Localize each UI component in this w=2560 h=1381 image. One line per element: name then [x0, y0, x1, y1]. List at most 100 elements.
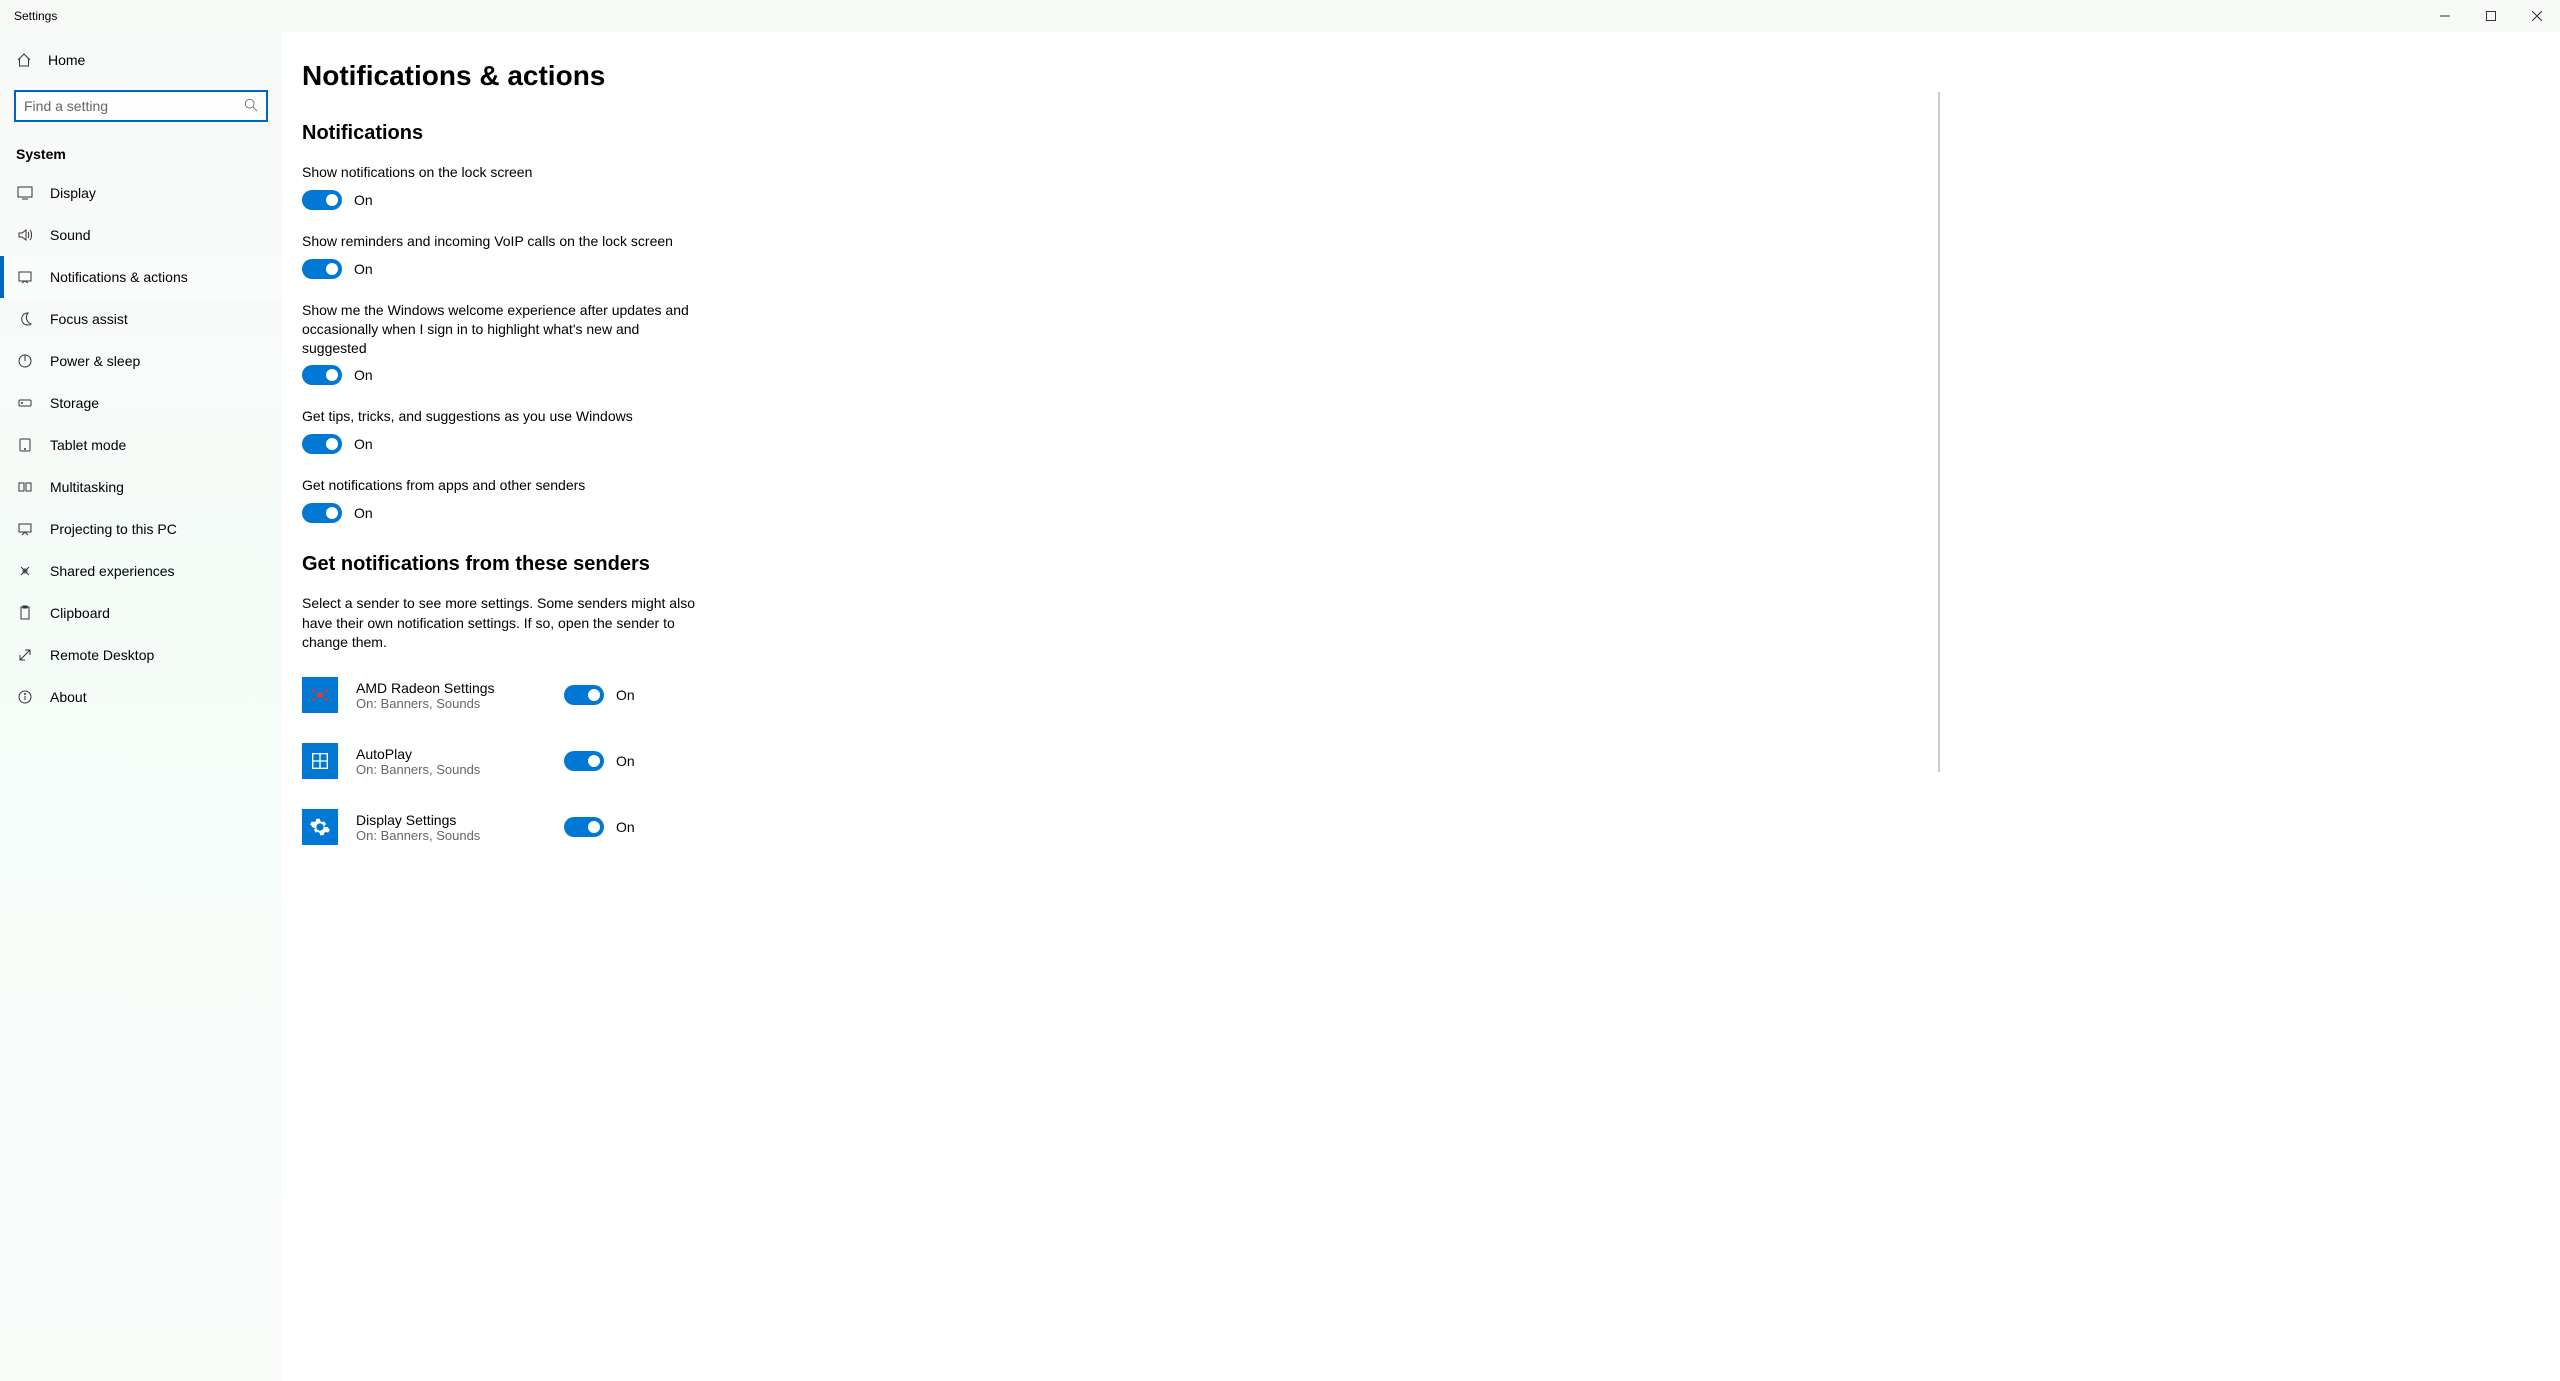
close-button[interactable] [2514, 0, 2560, 32]
toggle-label: Show reminders and incoming VoIP calls o… [302, 232, 702, 251]
sender-name: AMD Radeon Settings [356, 680, 546, 696]
search-icon [244, 98, 258, 115]
toggle-lockscreen-notifications: Show notifications on the lock screen On [302, 163, 702, 210]
sidebar-item-projecting[interactable]: Projecting to this PC [0, 508, 282, 550]
sidebar-item-about[interactable]: About [0, 676, 282, 718]
sidebar-item-label: Notifications & actions [50, 269, 188, 285]
sidebar-item-focus-assist[interactable]: Focus assist [0, 298, 282, 340]
sidebar-item-tablet-mode[interactable]: Tablet mode [0, 424, 282, 466]
moon-icon [16, 311, 34, 327]
search-input[interactable] [24, 98, 244, 114]
sidebar-item-label: Projecting to this PC [50, 521, 177, 537]
toggle-state: On [354, 367, 373, 383]
maximize-button[interactable] [2468, 0, 2514, 32]
section-notifications-title: Notifications [302, 122, 2560, 145]
sender-sub: On: Banners, Sounds [356, 696, 546, 711]
notifications-icon [16, 269, 34, 285]
project-icon [16, 521, 34, 537]
window-controls [2422, 0, 2560, 32]
sidebar-item-storage[interactable]: Storage [0, 382, 282, 424]
sidebar-item-label: Display [50, 185, 96, 201]
power-icon [16, 353, 34, 369]
toggle-state: On [354, 436, 373, 452]
toggle-voip-lockscreen: Show reminders and incoming VoIP calls o… [302, 232, 702, 279]
toggle-welcome-experience: Show me the Windows welcome experience a… [302, 301, 702, 386]
sidebar-item-label: About [50, 689, 87, 705]
toggle-label: Get notifications from apps and other se… [302, 476, 702, 495]
sidebar-item-label: Power & sleep [50, 353, 140, 369]
sender-toggle-state: On [616, 753, 635, 769]
search-container [0, 90, 282, 134]
sidebar-item-label: Shared experiences [50, 563, 175, 579]
display-icon [16, 185, 34, 201]
home-icon [16, 52, 32, 68]
sidebar-item-notifications[interactable]: Notifications & actions [0, 256, 282, 298]
titlebar: Settings [0, 0, 2560, 32]
sidebar-item-remote-desktop[interactable]: Remote Desktop [0, 634, 282, 676]
gear-icon [302, 809, 338, 845]
sidebar: Home System Display Sound Notifications … [0, 32, 282, 1381]
clipboard-icon [16, 605, 34, 621]
senders-description: Select a sender to see more settings. So… [302, 594, 702, 653]
toggle-switch[interactable] [302, 365, 342, 385]
sender-sub: On: Banners, Sounds [356, 828, 546, 843]
storage-icon [16, 395, 34, 411]
remote-icon [16, 647, 34, 663]
sender-amd-radeon[interactable]: AMD Radeon Settings On: Banners, Sounds … [302, 677, 2560, 713]
toggle-switch[interactable] [302, 503, 342, 523]
toggle-switch[interactable] [302, 190, 342, 210]
sound-icon [16, 227, 34, 243]
sender-toggle-state: On [616, 819, 635, 835]
sidebar-item-label: Multitasking [50, 479, 124, 495]
sidebar-item-label: Clipboard [50, 605, 110, 621]
scrollbar[interactable] [1938, 92, 1940, 772]
sender-autoplay[interactable]: AutoPlay On: Banners, Sounds On [302, 743, 2560, 779]
sidebar-item-clipboard[interactable]: Clipboard [0, 592, 282, 634]
info-icon [16, 689, 34, 705]
window-title: Settings [14, 9, 57, 23]
toggle-state: On [354, 505, 373, 521]
sidebar-category: System [0, 134, 282, 172]
sender-toggle-state: On [616, 687, 635, 703]
sidebar-item-multitasking[interactable]: Multitasking [0, 466, 282, 508]
toggle-app-notifications: Get notifications from apps and other se… [302, 476, 702, 523]
sender-name: AutoPlay [356, 746, 546, 762]
sender-text: AMD Radeon Settings On: Banners, Sounds [356, 680, 546, 711]
sender-sub: On: Banners, Sounds [356, 762, 546, 777]
sidebar-item-label: Storage [50, 395, 99, 411]
toggle-switch[interactable] [302, 434, 342, 454]
toggle-state: On [354, 261, 373, 277]
toggle-label: Get tips, tricks, and suggestions as you… [302, 407, 702, 426]
sender-toggle-switch[interactable] [564, 817, 604, 837]
page-title: Notifications & actions [302, 60, 2560, 92]
sidebar-item-display[interactable]: Display [0, 172, 282, 214]
toggle-label: Show notifications on the lock screen [302, 163, 702, 182]
toggle-tips: Get tips, tricks, and suggestions as you… [302, 407, 702, 454]
autoplay-icon [302, 743, 338, 779]
multitask-icon [16, 479, 34, 495]
amd-icon [302, 677, 338, 713]
search-box[interactable] [14, 90, 268, 122]
sidebar-item-power-sleep[interactable]: Power & sleep [0, 340, 282, 382]
sender-toggle-switch[interactable] [564, 751, 604, 771]
toggle-label: Show me the Windows welcome experience a… [302, 301, 702, 358]
toggle-switch[interactable] [302, 259, 342, 279]
sidebar-item-shared-experiences[interactable]: Shared experiences [0, 550, 282, 592]
home-label: Home [48, 52, 85, 68]
share-icon [16, 563, 34, 579]
sender-text: AutoPlay On: Banners, Sounds [356, 746, 546, 777]
section-senders-title: Get notifications from these senders [302, 553, 2560, 576]
sidebar-item-sound[interactable]: Sound [0, 214, 282, 256]
sidebar-item-label: Remote Desktop [50, 647, 154, 663]
toggle-state: On [354, 192, 373, 208]
sender-text: Display Settings On: Banners, Sounds [356, 812, 546, 843]
tablet-icon [16, 437, 34, 453]
sender-toggle-switch[interactable] [564, 685, 604, 705]
sidebar-item-label: Focus assist [50, 311, 128, 327]
home-nav[interactable]: Home [0, 40, 282, 80]
main-content: Notifications & actions Notifications Sh… [282, 32, 2560, 1381]
sender-name: Display Settings [356, 812, 546, 828]
minimize-button[interactable] [2422, 0, 2468, 32]
sender-display-settings[interactable]: Display Settings On: Banners, Sounds On [302, 809, 2560, 845]
sidebar-item-label: Sound [50, 227, 90, 243]
